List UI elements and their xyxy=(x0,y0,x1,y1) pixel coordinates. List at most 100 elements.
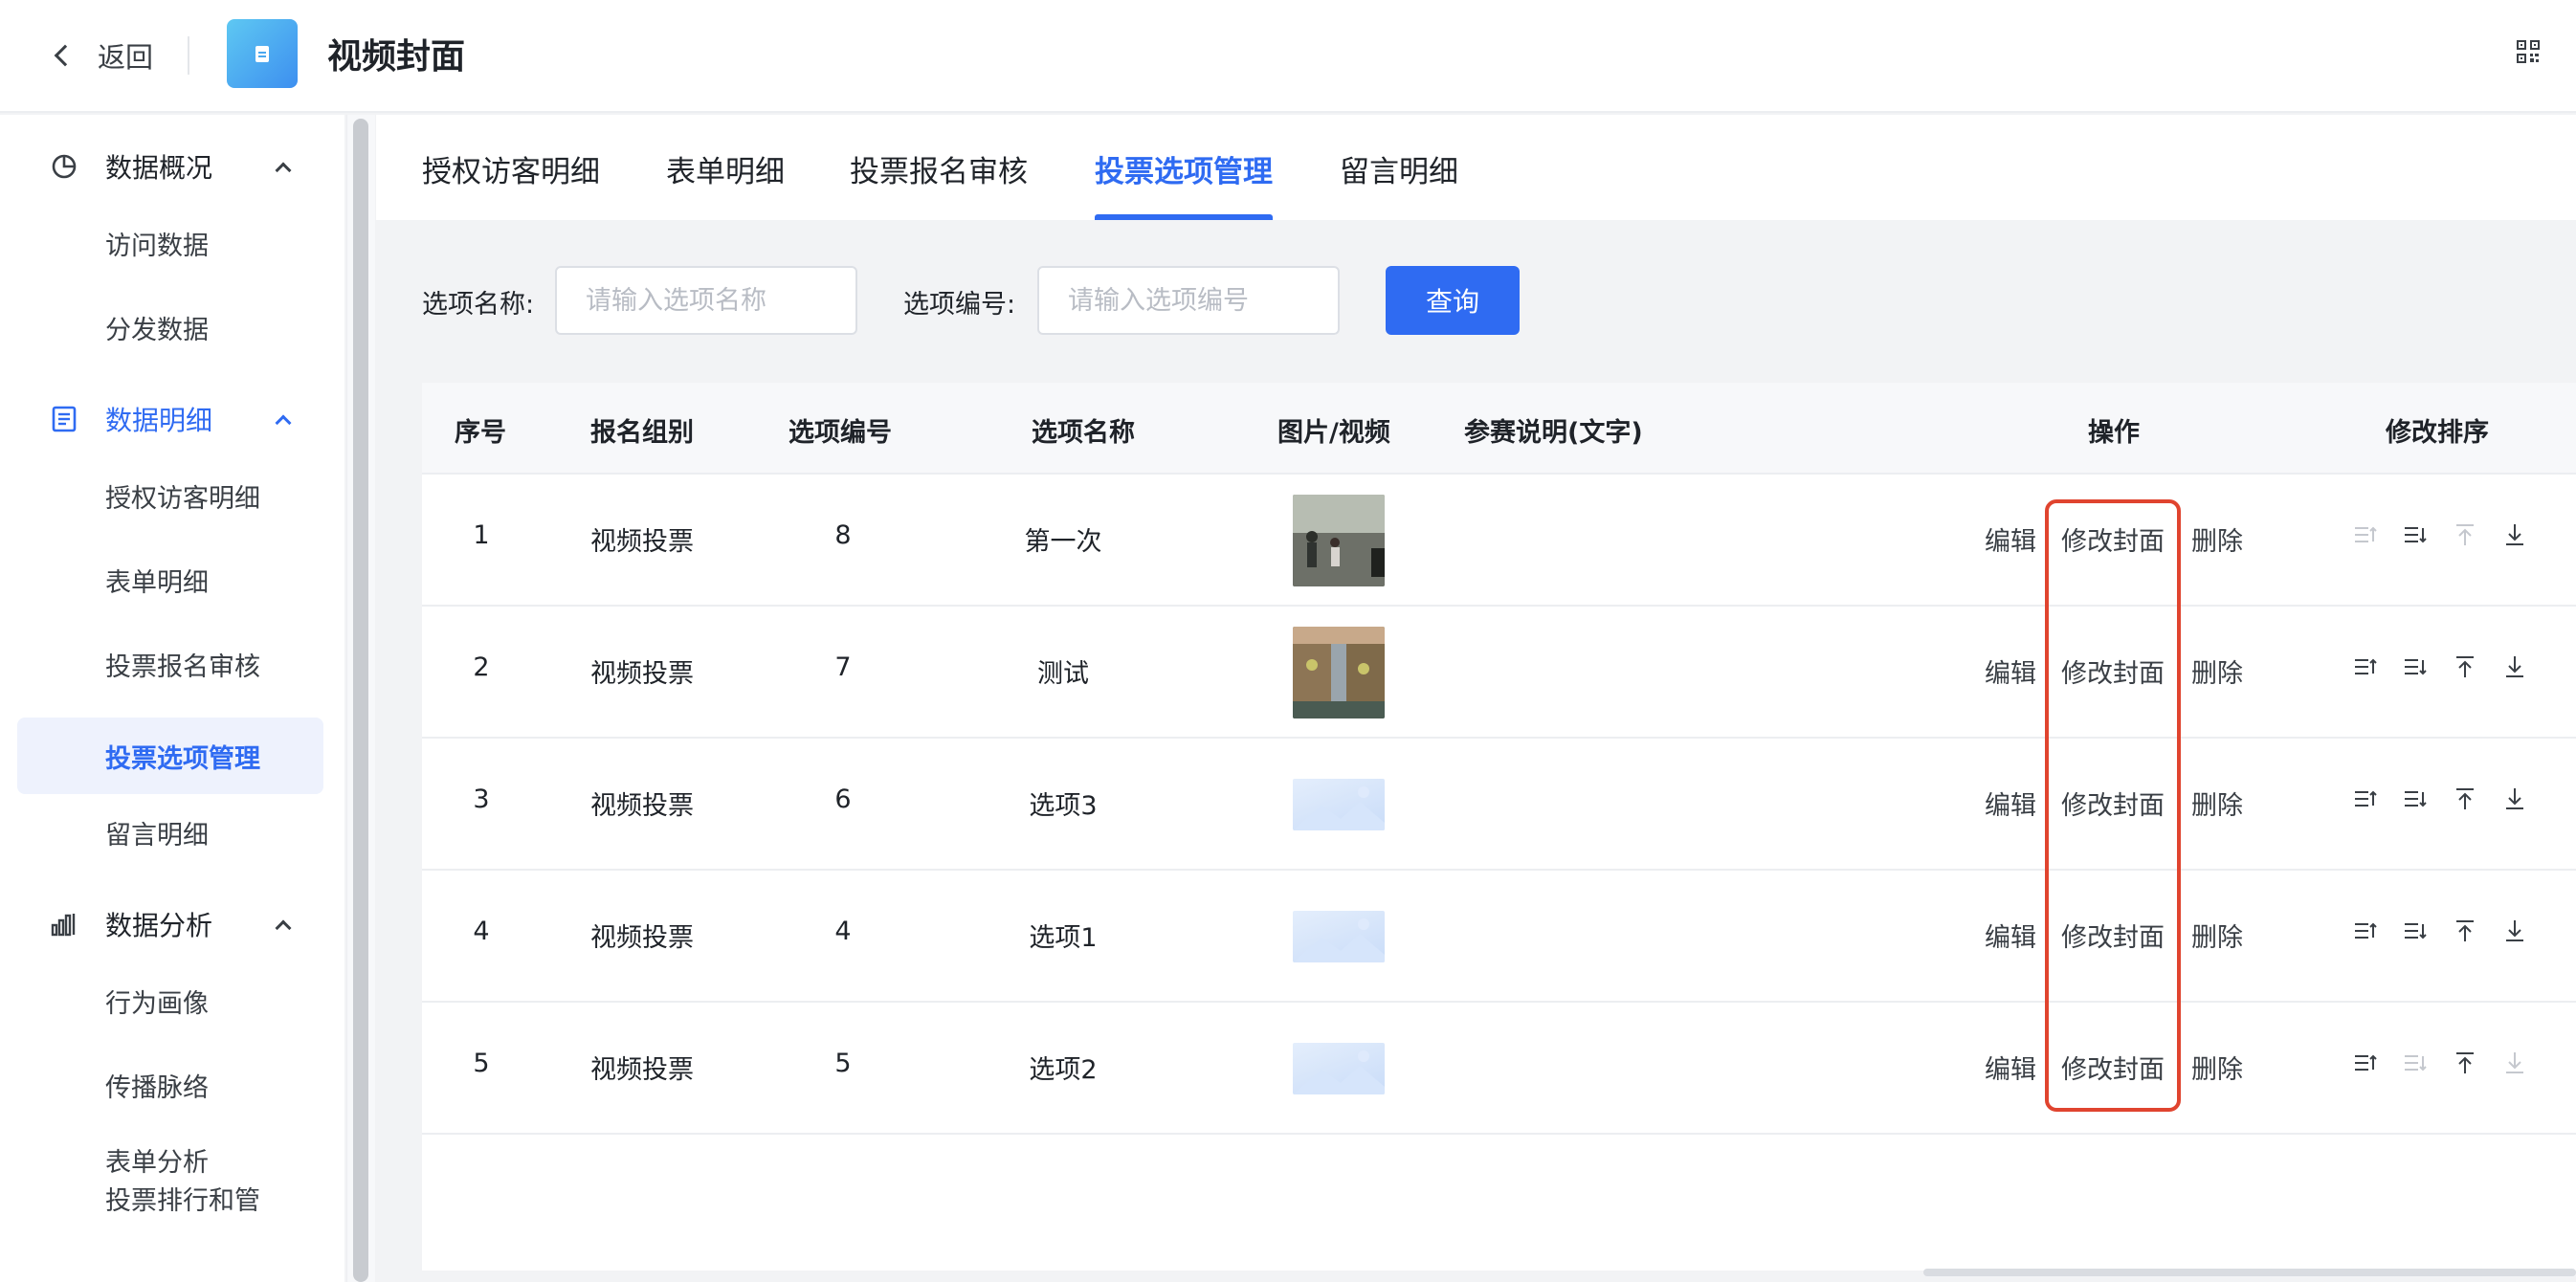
cell-no: 4 xyxy=(473,917,490,946)
cell-name: 选项3 xyxy=(1029,791,1098,821)
header-divider xyxy=(188,36,189,75)
sidebar-item-comments[interactable]: 留言明细 xyxy=(17,794,323,871)
move-bottom-icon[interactable] xyxy=(2502,786,2527,811)
move-bottom-icon[interactable] xyxy=(2502,1050,2527,1075)
list-doc-icon xyxy=(52,406,77,432)
media-placeholder-thumbnail[interactable] xyxy=(1293,779,1385,830)
chevron-up-icon xyxy=(275,414,292,431)
cell-group: 视频投票 xyxy=(590,923,694,953)
move-down-icon[interactable] xyxy=(2403,1050,2428,1075)
cell-group: 视频投票 xyxy=(590,791,694,821)
sidebar-item-visit-data[interactable]: 访问数据 xyxy=(17,205,323,281)
back-label: 返回 xyxy=(98,41,154,74)
sidebar-group-label: 数据明细 xyxy=(105,405,213,436)
column-header-actions: 操作 xyxy=(2088,418,2140,448)
move-up-icon[interactable] xyxy=(2353,654,2378,679)
cell-code: 7 xyxy=(834,652,852,682)
sidebar-item-distribution-data[interactable]: 分发数据 xyxy=(17,289,323,365)
sidebar-item-form-details[interactable]: 表单明细 xyxy=(17,542,323,618)
move-top-icon[interactable] xyxy=(2453,654,2477,679)
table-row: 5 视频投票 5 选项2 编辑 修改封面 删除 xyxy=(422,1003,2576,1135)
top-header: 返回 视频封面 xyxy=(0,0,2576,113)
move-up-icon[interactable] xyxy=(2353,522,2378,547)
option-name-input[interactable] xyxy=(555,266,857,335)
scrollbar-thumb[interactable] xyxy=(353,119,368,1282)
delete-button[interactable]: 删除 xyxy=(2191,785,2243,822)
media-placeholder-thumbnail[interactable] xyxy=(1293,911,1385,962)
sidebar-group-analysis[interactable]: 数据分析 xyxy=(0,895,344,953)
tab-bar: 授权访客明细 表单明细 投票报名审核 投票选项管理 留言明细 xyxy=(376,115,2576,220)
cell-name: 第一次 xyxy=(1024,527,1102,557)
move-top-icon[interactable] xyxy=(2453,1050,2477,1075)
column-header-code: 选项编号 xyxy=(788,418,892,448)
cell-group: 视频投票 xyxy=(590,527,694,557)
cell-group: 视频投票 xyxy=(590,659,694,689)
sidebar-item-vote-options[interactable]: 投票选项管理 xyxy=(17,718,323,794)
edit-button[interactable]: 编辑 xyxy=(1985,785,2036,822)
qr-code-icon[interactable] xyxy=(2517,40,2540,63)
move-down-icon[interactable] xyxy=(2403,522,2428,547)
tab-vote-review[interactable]: 投票报名审核 xyxy=(850,147,1028,220)
sidebar-scrollbar[interactable] xyxy=(346,115,375,1282)
move-bottom-icon[interactable] xyxy=(2502,522,2527,547)
delete-button[interactable]: 删除 xyxy=(2191,1049,2243,1086)
cell-no: 2 xyxy=(473,652,490,682)
option-name-label: 选项名称: xyxy=(422,290,535,320)
move-down-icon[interactable] xyxy=(2403,918,2428,943)
option-code-label: 选项编号: xyxy=(903,290,1016,320)
sidebar-group-overview[interactable]: 数据概况 xyxy=(0,138,344,195)
media-placeholder-thumbnail[interactable] xyxy=(1293,1043,1385,1094)
move-down-icon[interactable] xyxy=(2403,786,2428,811)
column-header-media: 图片/视频 xyxy=(1277,418,1390,448)
move-down-icon[interactable] xyxy=(2403,654,2428,679)
sidebar-item-vote-review[interactable]: 投票报名审核 xyxy=(17,626,323,702)
delete-button[interactable]: 删除 xyxy=(2191,652,2243,690)
tab-visitor-details[interactable]: 授权访客明细 xyxy=(422,147,600,220)
media-thumbnail[interactable] xyxy=(1293,495,1385,586)
tab-vote-options[interactable]: 投票选项管理 xyxy=(1095,147,1273,220)
sidebar-item-visitor-details[interactable]: 授权访客明细 xyxy=(17,457,323,534)
back-button[interactable]: 返回 xyxy=(50,34,153,77)
table-row: 2 视频投票 7 测试 编辑 修改封面 删除 xyxy=(422,607,2576,739)
move-up-icon[interactable] xyxy=(2353,786,2378,811)
table-row: 1 视频投票 8 第一次 编辑 修改封面 删除 xyxy=(422,475,2576,607)
move-up-icon[interactable] xyxy=(2353,1050,2378,1075)
table-row: 3 视频投票 6 选项3 编辑 修改封面 删除 xyxy=(422,739,2576,871)
move-top-icon[interactable] xyxy=(2453,786,2477,811)
sidebar-group-details[interactable]: 数据明细 xyxy=(0,390,344,448)
cell-code: 4 xyxy=(834,917,852,946)
cell-group: 视频投票 xyxy=(590,1055,694,1085)
sidebar-item-form-analysis[interactable]: 表单分析 投票排行和管 xyxy=(17,1138,323,1227)
edit-button[interactable]: 编辑 xyxy=(1985,520,2036,558)
media-thumbnail[interactable] xyxy=(1293,627,1385,718)
cell-no: 5 xyxy=(473,1049,490,1078)
sidebar-item-spread-path[interactable]: 传播脉络 xyxy=(17,1047,323,1123)
pie-chart-icon xyxy=(52,154,77,179)
cell-name: 测试 xyxy=(1037,659,1089,689)
cell-name: 选项1 xyxy=(1029,923,1098,953)
sidebar-item-label: 表单分析 xyxy=(105,1148,209,1178)
move-up-icon[interactable] xyxy=(2353,918,2378,943)
query-button[interactable]: 查询 xyxy=(1386,266,1520,335)
move-top-icon[interactable] xyxy=(2453,522,2477,547)
sidebar-group-label: 数据分析 xyxy=(105,910,213,941)
delete-button[interactable]: 删除 xyxy=(2191,917,2243,954)
column-header-no: 序号 xyxy=(455,418,506,448)
cell-code: 5 xyxy=(834,1049,852,1078)
chevron-left-icon xyxy=(54,44,77,67)
app-icon xyxy=(227,19,298,88)
move-bottom-icon[interactable] xyxy=(2502,654,2527,679)
horizontal-scrollbar[interactable] xyxy=(1923,1269,2576,1276)
option-code-input[interactable] xyxy=(1037,266,1340,335)
document-icon xyxy=(255,45,269,62)
delete-button[interactable]: 删除 xyxy=(2191,520,2243,558)
move-top-icon[interactable] xyxy=(2453,918,2477,943)
move-bottom-icon[interactable] xyxy=(2502,918,2527,943)
edit-button[interactable]: 编辑 xyxy=(1985,1049,2036,1086)
edit-button[interactable]: 编辑 xyxy=(1985,652,2036,690)
edit-button[interactable]: 编辑 xyxy=(1985,917,2036,954)
tab-form-details[interactable]: 表单明细 xyxy=(666,147,785,220)
tab-comments[interactable]: 留言明细 xyxy=(1340,147,1458,220)
sidebar-item-behavior-profile[interactable]: 行为画像 xyxy=(17,962,323,1039)
highlight-box xyxy=(2045,499,2181,1112)
